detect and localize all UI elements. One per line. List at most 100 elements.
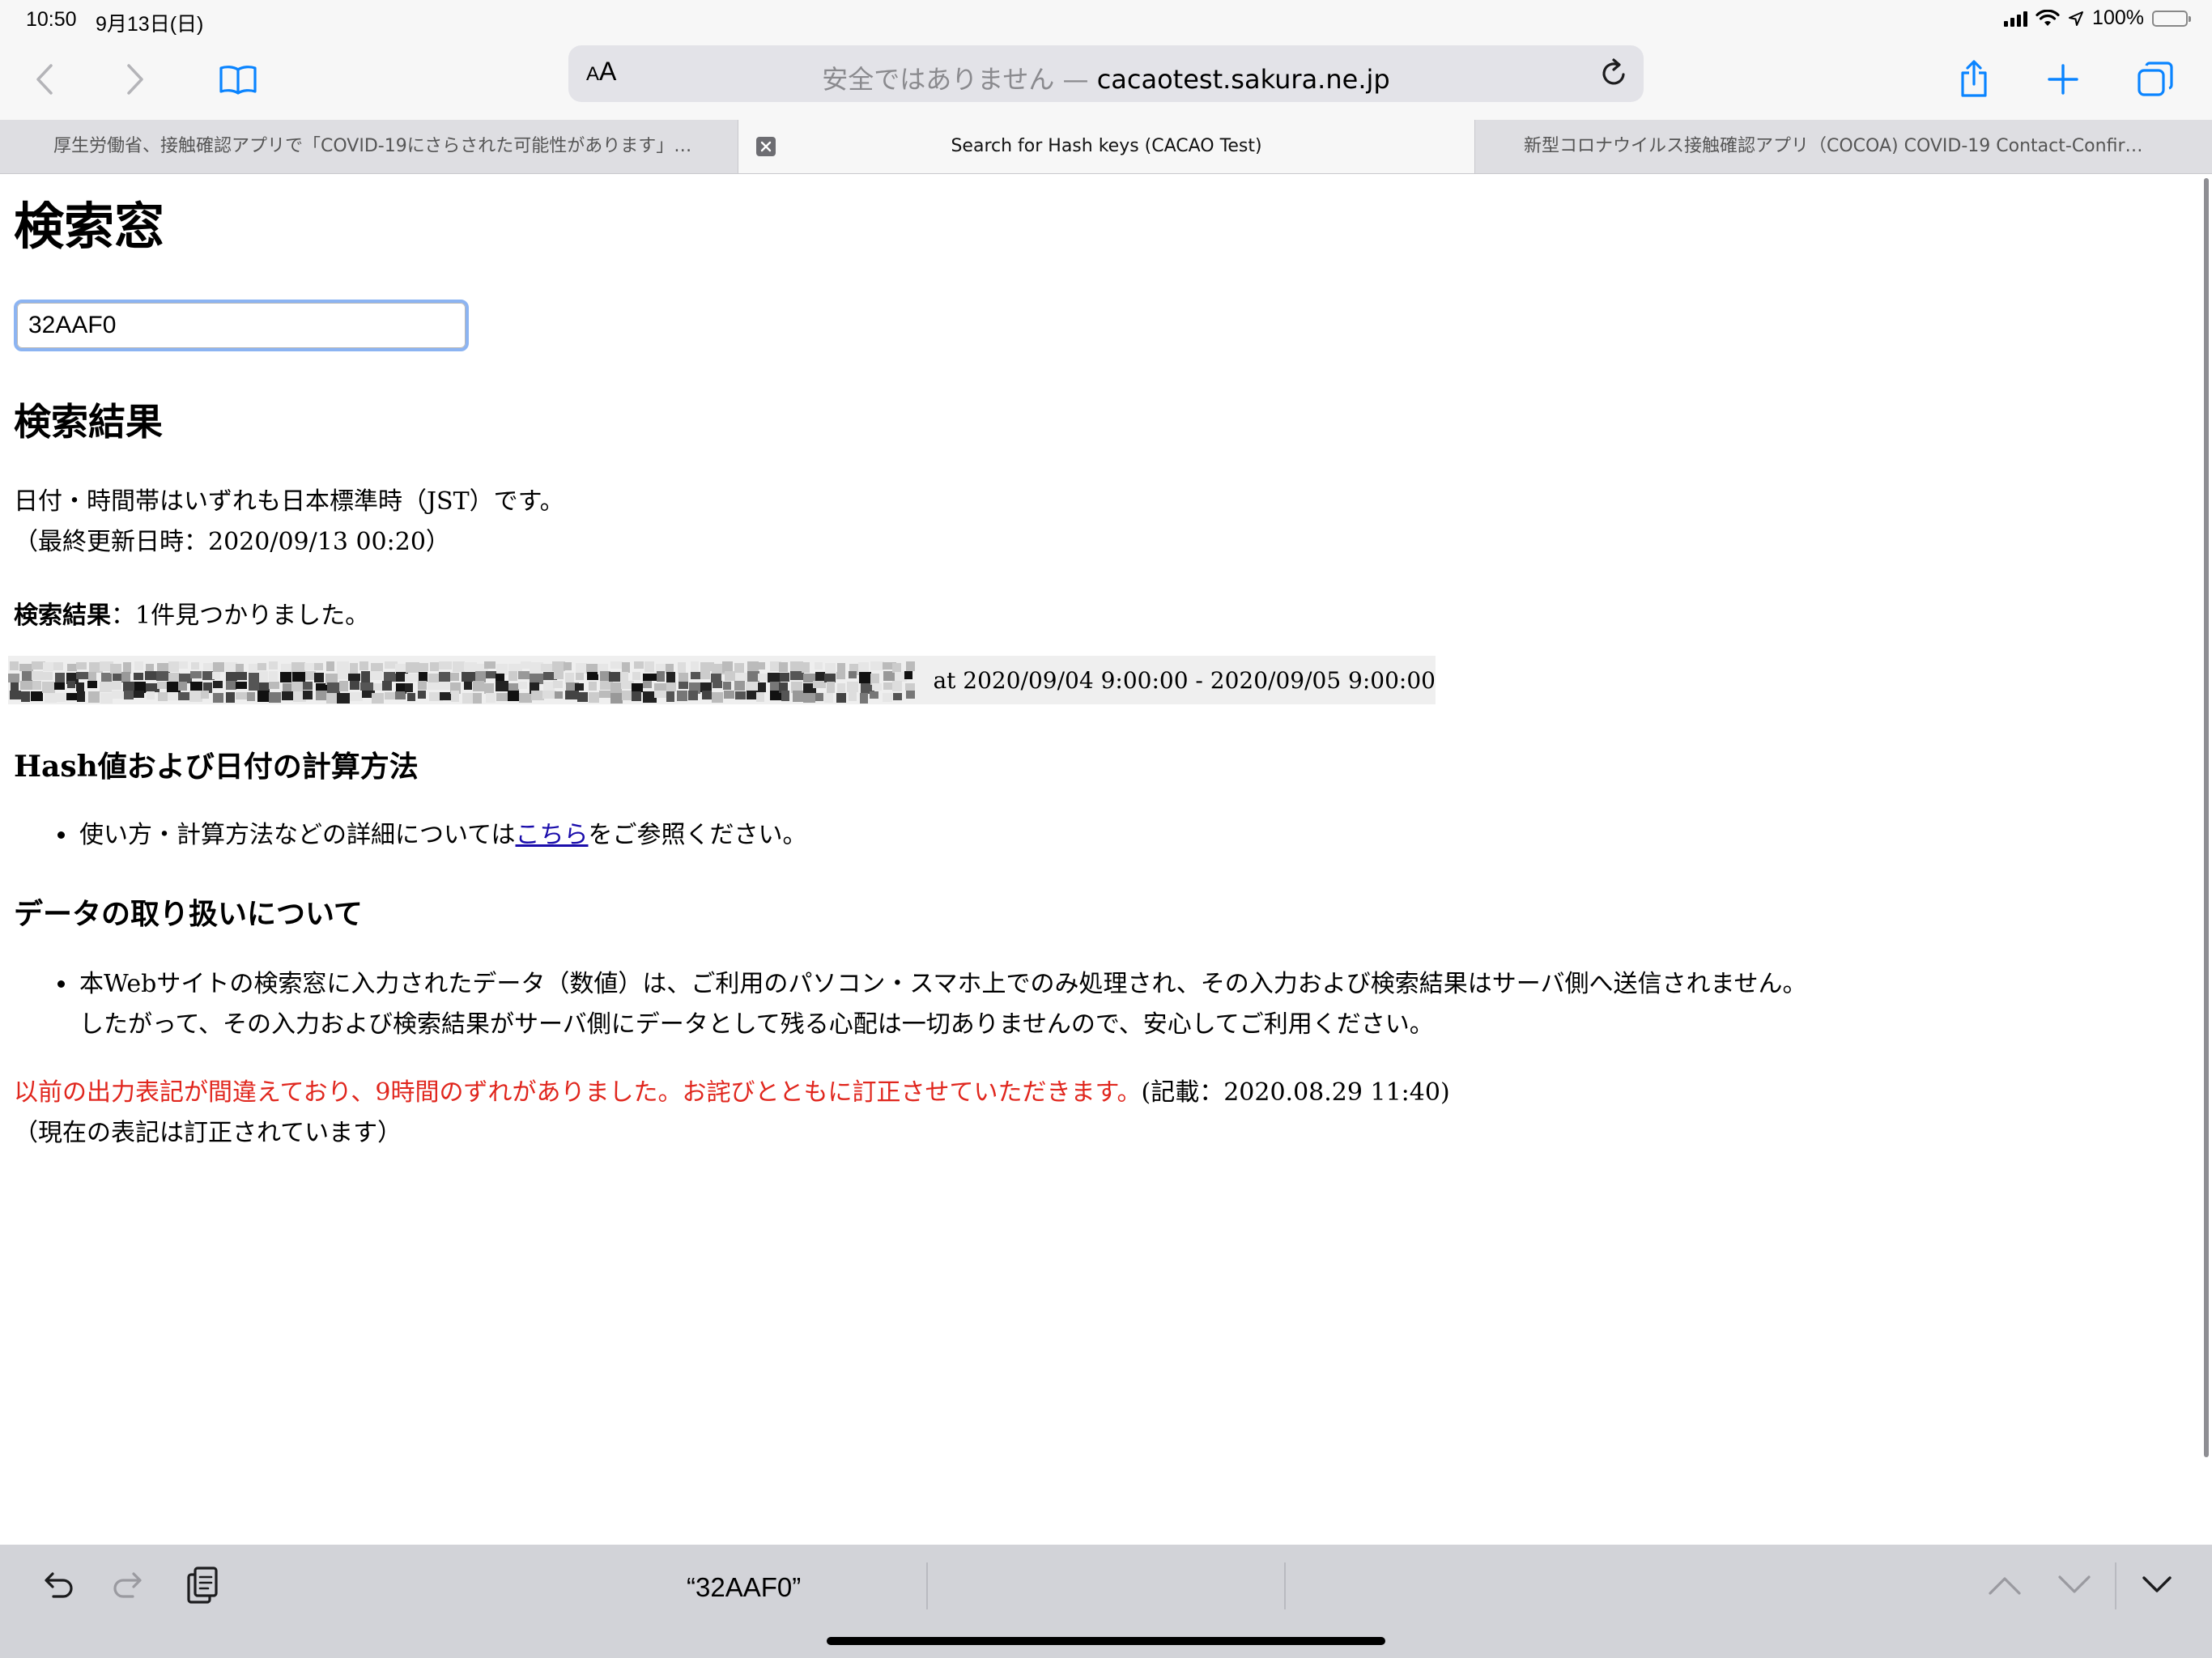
mosaic-cell: [464, 662, 477, 671]
mosaic-cell: [439, 672, 450, 683]
mosaic-cell: [632, 691, 641, 701]
mosaic-cell: [269, 661, 278, 670]
wifi-icon: [2035, 9, 2060, 26]
mosaic-cell: [236, 664, 244, 673]
mosaic-cell: [395, 691, 406, 699]
mosaic-cell: [824, 674, 836, 682]
mosaic-cell: [190, 671, 202, 678]
mosaic-cell: [678, 682, 688, 689]
mosaic-cell: [314, 663, 323, 670]
data-handling-line: 本Webサイトの検索窓に入力されたデータ（数値）は、ご利用のパソコン・スマホ上で…: [79, 970, 1807, 998]
mosaic-cell: [803, 693, 815, 703]
mosaic-cell: [735, 673, 748, 681]
mosaic-cell: [360, 682, 373, 691]
tab-cocoa[interactable]: 新型コロナウイルス接触確認アプリ（COCOA) COVID-19 Contact…: [1474, 120, 2212, 173]
mosaic-cell: [518, 682, 527, 689]
mosaic-cell: [372, 693, 384, 704]
mosaic-cell: [892, 681, 902, 691]
mosaic-cell: [359, 661, 368, 670]
result-count: 検索結果：1件見つかりました。: [14, 595, 369, 631]
mosaic-cell: [257, 663, 266, 670]
tab-overview-button[interactable]: [2133, 39, 2178, 120]
forward-button[interactable]: [115, 39, 155, 120]
mosaic-cell: [191, 662, 199, 670]
mosaic-cell: [439, 661, 452, 670]
mosaic-cell: [496, 681, 508, 691]
mosaic-cell: [179, 661, 188, 669]
search-input[interactable]: [14, 300, 469, 351]
tab-cacao-search[interactable]: Search for Hash keys (CACAO Test): [738, 120, 1474, 173]
mosaic-cell: [622, 662, 630, 673]
redo-icon: [113, 1572, 142, 1598]
new-tab-button[interactable]: [2040, 39, 2086, 120]
mosaic-cell: [77, 691, 85, 702]
redo-button[interactable]: [108, 1545, 151, 1626]
mosaic-cell: [213, 693, 223, 703]
mosaic-cell: [905, 683, 916, 691]
close-tab-button[interactable]: [756, 137, 776, 156]
dismiss-keyboard-button[interactable]: [2136, 1545, 2178, 1626]
mosaic-cell: [418, 691, 426, 699]
share-button[interactable]: [1951, 39, 1997, 120]
tab-title: 新型コロナウイルス接触確認アプリ（COCOA) COVID-19 Contact…: [1524, 136, 2143, 156]
mosaic-cell: [589, 692, 599, 703]
method-heading: Hash値および日付の計算方法: [14, 750, 419, 784]
mosaic-cell: [43, 672, 53, 680]
tab-mhlw[interactable]: 厚生労働省、接触確認アプリで「COVID-19にさらされた可能性があります」…: [0, 120, 738, 173]
battery-icon: [2152, 10, 2191, 27]
status-right: 100%: [2004, 6, 2191, 30]
mosaic-cell: [836, 693, 846, 703]
mosaic-cell: [303, 691, 313, 699]
mosaic-cell: [32, 671, 43, 680]
previous-field-button[interactable]: [1984, 1545, 2026, 1626]
mosaic-cell: [259, 671, 268, 682]
mosaic-cell: [280, 672, 291, 682]
undo-button[interactable]: [36, 1545, 78, 1626]
suggestion-divider: [926, 1562, 928, 1609]
share-icon: [1961, 60, 1987, 97]
mosaic-cell: [269, 671, 278, 681]
mosaic-cell: [462, 672, 475, 682]
mosaic-cell: [350, 663, 358, 674]
mosaic-cell: [541, 664, 554, 671]
mosaic-cell: [906, 661, 916, 671]
mosaic-cell: [236, 692, 249, 699]
reload-icon: [1602, 58, 1625, 85]
mosaic-cell: [802, 662, 810, 673]
mosaic-cell: [747, 671, 759, 682]
reload-button[interactable]: [1598, 57, 1629, 92]
mosaic-cell: [565, 691, 579, 699]
mosaic-cell: [314, 673, 324, 682]
address-bar[interactable]: AA 安全ではありません — cacaotest.sakura.ne.jp: [568, 45, 1644, 102]
mosaic-cell: [134, 661, 143, 670]
bookmarks-button[interactable]: [215, 39, 261, 120]
timezone-note: 日付・時間帯はいずれも日本標準時（JST）です。 （最終更新日時：2020/09…: [14, 482, 564, 563]
mosaic-cell: [576, 663, 587, 674]
mosaic-cell: [576, 673, 584, 680]
mosaic-cell: [849, 671, 857, 678]
result-time-range: at 2020/09/04 9:00:00 - 2020/09/05 9:00:…: [933, 666, 1436, 694]
back-button[interactable]: [24, 39, 65, 120]
mosaic-cell: [168, 661, 179, 672]
mosaic-cell: [22, 671, 32, 681]
mosaic-cell: [870, 691, 878, 699]
mosaic-cell: [599, 691, 611, 698]
mosaic-cell: [632, 672, 640, 680]
mosaic-cell: [76, 672, 89, 679]
autocomplete-suggestion[interactable]: “32AAF0”: [687, 1572, 801, 1603]
mosaic-cell: [906, 691, 916, 699]
scrollbar[interactable]: [2204, 178, 2209, 1457]
paste-button[interactable]: [181, 1545, 223, 1626]
mosaic-cell: [722, 661, 733, 673]
status-bar: 10:50 9月13日(日) 100%: [0, 0, 2212, 39]
tab-strip: 厚生労働省、接触確認アプリで「COVID-19にさらされた可能性があります」… …: [0, 120, 2212, 174]
mosaic-cell: [213, 681, 223, 688]
next-field-button[interactable]: [2053, 1545, 2095, 1626]
mosaic-cell: [168, 673, 180, 682]
result-row: at 2020/09/04 9:00:00 - 2020/09/05 9:00:…: [8, 656, 1436, 704]
mosaic-cell: [553, 681, 563, 688]
mosaic-cell: [112, 691, 124, 699]
mosaic-cell: [554, 671, 564, 679]
details-link[interactable]: こちら: [516, 821, 589, 849]
mosaic-cell: [451, 691, 459, 702]
